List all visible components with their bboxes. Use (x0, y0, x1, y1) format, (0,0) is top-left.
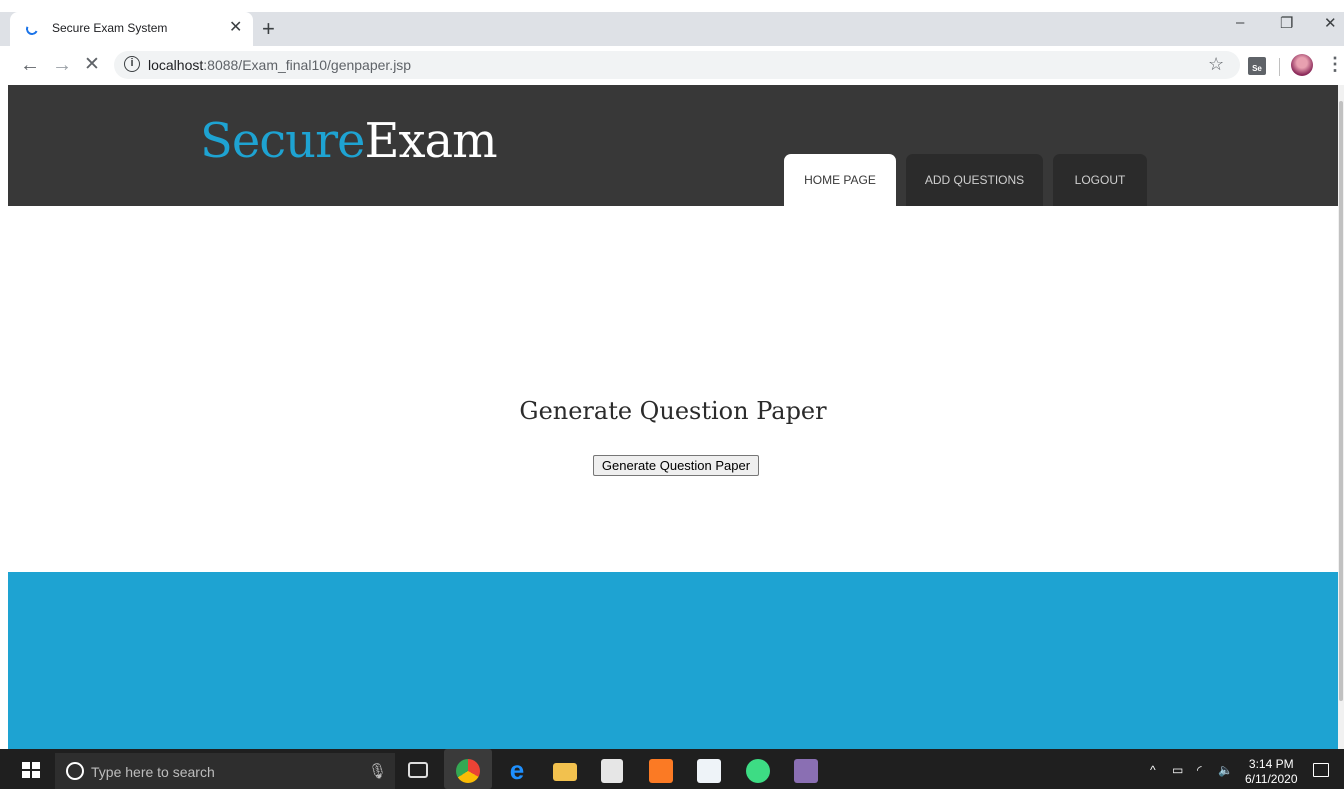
logo-secure: Secure (200, 113, 365, 169)
url-text: localhost:8088/Exam_final10/genpaper.jsp (148, 57, 411, 73)
tab-title: Secure Exam System (52, 21, 168, 35)
volume-icon[interactable]: 🔈 (1218, 763, 1233, 777)
scrollbar-thumb[interactable] (1339, 101, 1343, 701)
nav-add-questions[interactable]: ADD QUESTIONS (906, 154, 1043, 206)
browser-tab-strip: Secure Exam System ✕ + – ❐ ✕ (0, 0, 1344, 46)
store-icon[interactable] (601, 759, 623, 783)
app-icon[interactable] (697, 759, 721, 783)
address-bar[interactable]: i localhost:8088/Exam_final10/genpaper.j… (114, 51, 1240, 79)
cortana-icon (66, 762, 84, 780)
tab-close-icon[interactable]: ✕ (229, 18, 242, 38)
logo-exam: Exam (364, 113, 497, 169)
battery-icon[interactable]: ▭ (1172, 763, 1183, 777)
microphone-icon[interactable]: 🎙 (368, 762, 387, 780)
screen: Secure Exam System ✕ + – ❐ ✕ ← → ✕ i loc… (0, 0, 1344, 789)
taskbar-clock[interactable]: 3:14 PM 6/11/2020 (1245, 757, 1298, 787)
loading-spinner-icon (24, 21, 40, 37)
site-header: SecureExam HOME PAGE ADD QUESTIONS LOGOU… (8, 85, 1338, 206)
page-viewport: SecureExam HOME PAGE ADD QUESTIONS LOGOU… (8, 85, 1338, 749)
clock-time: 3:14 PM (1248, 757, 1294, 771)
url-host: localhost (148, 57, 204, 73)
android-studio-icon[interactable] (746, 759, 770, 783)
nav-logout[interactable]: LOGOUT (1053, 154, 1147, 206)
file-explorer-icon[interactable] (553, 763, 577, 781)
extension-icon[interactable]: Se (1248, 57, 1266, 75)
site-footer (8, 572, 1338, 749)
show-hidden-icons[interactable]: ^ (1150, 763, 1156, 777)
url-path: :8088/Exam_final10/genpaper.jsp (203, 57, 412, 73)
tab-strip-top (0, 0, 1344, 12)
page-title: Generate Question Paper (519, 397, 827, 425)
generate-question-paper-button[interactable]: Generate Question Paper (593, 455, 759, 476)
game-icon[interactable] (794, 759, 818, 783)
site-logo[interactable]: SecureExam (200, 113, 498, 169)
bookmark-star-icon[interactable]: ☆ (1208, 54, 1224, 75)
wifi-icon[interactable]: ◜ (1197, 763, 1202, 777)
browser-tab[interactable]: Secure Exam System ✕ (10, 12, 253, 46)
xampp-icon[interactable] (649, 759, 673, 783)
taskbar-search-placeholder: Type here to search (91, 764, 215, 780)
task-view-icon[interactable] (408, 762, 428, 778)
notification-center-icon[interactable] (1313, 763, 1329, 777)
page-scrollbar[interactable] (1338, 85, 1344, 749)
stop-loading-icon[interactable]: ✕ (84, 54, 100, 76)
taskbar-search-box[interactable]: Type here to search 🎙 (55, 753, 395, 789)
clock-date: 6/11/2020 (1245, 772, 1298, 786)
minimize-button[interactable]: – (1236, 14, 1244, 31)
forward-arrow-icon[interactable]: → (52, 54, 72, 76)
edge-icon[interactable]: e (505, 757, 529, 783)
site-info-icon[interactable]: i (124, 56, 140, 72)
browser-menu-icon[interactable]: ⋮ (1326, 54, 1344, 74)
nav-home-page[interactable]: HOME PAGE (784, 154, 896, 206)
window-close-button[interactable]: ✕ (1324, 14, 1337, 32)
back-arrow-icon[interactable]: ← (20, 54, 40, 76)
profile-avatar[interactable] (1291, 54, 1313, 76)
browser-toolbar: ← → ✕ i localhost:8088/Exam_final10/genp… (0, 46, 1344, 85)
new-tab-button[interactable]: + (262, 16, 275, 42)
windows-taskbar: Type here to search 🎙 e ^ ▭ ◜ 🔈 3:14 PM … (0, 749, 1344, 789)
toolbar-divider (1279, 58, 1280, 76)
windows-start-icon[interactable] (22, 762, 40, 778)
restore-button[interactable]: ❐ (1280, 14, 1293, 32)
chrome-icon[interactable] (456, 759, 480, 783)
